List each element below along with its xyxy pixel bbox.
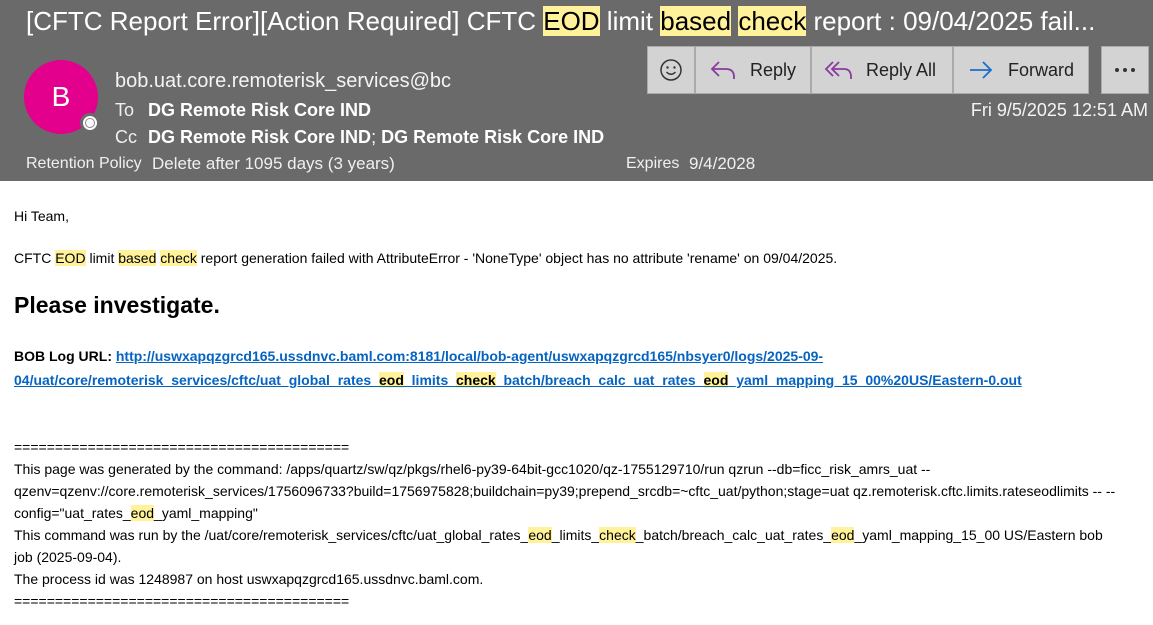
link-text: _limits_ [403,372,457,388]
more-actions-button[interactable] [1101,46,1149,94]
log-url-label: BOB Log URL: [14,348,112,364]
log-url-link[interactable]: http://uswxapqzgrcd165.ussdnvc.baml.com:… [14,348,1022,388]
cc-recipient[interactable]: DG Remote Risk Core IND [148,127,371,147]
search-highlight: eod [130,505,155,521]
body-text: _limits_ [551,527,600,543]
search-highlight: eod [831,527,855,543]
reaction-button[interactable] [647,46,695,94]
body-text: report generation failed with AttributeE… [196,250,838,266]
expires-value: 9/4/2028 [689,154,756,173]
error-message-text: CFTC EOD limit based check report genera… [14,247,837,269]
search-highlight: EOD [55,250,86,266]
smiley-icon [659,58,683,82]
search-highlight: check [456,372,496,388]
separator-line: ========================================… [14,593,350,609]
body-text: _batch/breach_calc_uat_rates_ [635,527,832,543]
expires-label: Expires [626,155,680,172]
to-label: To [115,100,135,120]
forward-icon [964,58,998,82]
presence-status-icon [80,113,100,133]
sent-date: Fri 9/5/2025 12:51 AM [970,100,1148,120]
cc-separator: ; [371,127,377,147]
avatar-initial: B [51,81,71,112]
sender-address[interactable]: bob.uat.core.remoterisk_services@bc [115,70,471,93]
retention-policy-label: Retention Policy [26,155,142,172]
subject-text: [CFTC Report Error][Action Required] CFT… [26,6,544,36]
generated-by-text: This page was generated by the command: … [14,458,1124,524]
subject-text: limit [599,6,661,36]
retention-policy-value[interactable]: Delete after 1095 days (3 years) [152,154,395,174]
search-highlight: based [118,250,157,266]
log-url-paragraph: BOB Log URL: http://uswxapqzgrcd165.ussd… [14,344,1139,392]
search-highlight: eod [528,527,552,543]
greeting-text: Hi Team, [14,208,69,224]
reply-all-button[interactable]: Reply All [811,46,953,94]
investigate-heading: Please investigate. [14,292,220,318]
search-highlight: check [599,527,636,543]
reply-button[interactable]: Reply [695,46,811,94]
command-info-block: ========================================… [14,436,1124,612]
search-highlight: eod [378,372,404,388]
body-text: This command was run by the /uat/core/re… [14,527,529,543]
cc-recipients: DG Remote Risk Core IND; DG Remote Risk … [148,127,604,148]
subject-text: report : 09/04/2025 fail... [806,6,1096,36]
search-highlight: based [660,6,732,36]
cc-recipient[interactable]: DG Remote Risk Core IND [381,127,604,147]
subject-line: [CFTC Report Error][Action Required] CFT… [26,4,1151,38]
search-highlight: eod [703,372,729,388]
cc-label: Cc [115,127,137,147]
search-highlight: check [160,250,197,266]
more-icon [1113,66,1137,74]
reply-label: Reply [750,59,797,80]
reply-all-label: Reply All [866,59,937,80]
search-highlight: EOD [543,6,600,36]
forward-label: Forward [1008,59,1075,80]
reply-icon [706,58,740,82]
separator-line: ========================================… [14,439,350,455]
to-recipient[interactable]: DG Remote Risk Core IND [148,100,371,121]
forward-button[interactable]: Forward [953,46,1089,94]
message-header: [CFTC Report Error][Action Required] CFT… [0,0,1153,181]
search-highlight: check [738,6,807,36]
link-text: _yaml_mapping_15_00%20US/Eastern-0.out [728,372,1022,388]
link-text: _batch/breach_calc_uat_rates_ [495,372,704,388]
reply-all-icon [822,58,856,82]
run-by-text: This command was run by the /uat/core/re… [14,524,1124,568]
body-text: limit [85,250,119,266]
process-id-text: The process id was 1248987 on host uswxa… [14,571,484,587]
body-text: CFTC [14,250,56,266]
body-text: _yaml_mapping" [154,505,258,521]
